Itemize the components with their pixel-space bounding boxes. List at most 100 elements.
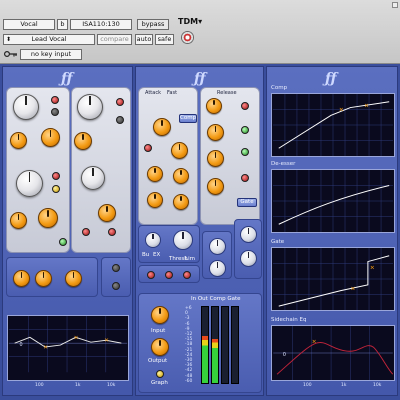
eq-gain-knob[interactable] xyxy=(98,204,116,222)
gate-led[interactable] xyxy=(241,174,249,182)
io-section: In Out Comp Gate Input Output Graph +6 0-… xyxy=(138,293,262,393)
chevron-down-icon: ▾ xyxy=(198,17,203,26)
tdm-menu[interactable]: TDM▾ xyxy=(178,17,202,26)
preset-name: Lead Vocal xyxy=(31,35,67,43)
svg-text:✕: ✕ xyxy=(339,107,344,113)
eq-freq-knob[interactable] xyxy=(77,94,103,120)
sidechain-graph-title: Sidechain Eq xyxy=(271,317,307,323)
sidechain-leds xyxy=(138,265,200,283)
svg-text:✕: ✕ xyxy=(370,265,375,271)
gate-knob[interactable] xyxy=(240,226,257,243)
comp-section: Attack Fast Comp xyxy=(138,87,198,225)
eq-axis-label: 1k xyxy=(75,383,81,388)
graph-label: Graph xyxy=(151,380,168,386)
eq-band-marker: ✕ xyxy=(74,335,79,341)
filter-knob[interactable] xyxy=(13,270,30,287)
deesser-graph xyxy=(271,169,395,233)
dynamics-panel: ƒƒ Attack Fast Comp Release Gate Bu EX T… xyxy=(135,66,264,396)
gate-led[interactable] xyxy=(241,148,249,156)
eq-band-marker: ✕ xyxy=(104,338,109,344)
plugin-window: Vocal b ISA110:130 bypass TDM▾ ⬍ Lead Vo… xyxy=(0,0,400,400)
meter-fill xyxy=(212,338,218,383)
output-meter xyxy=(211,306,219,384)
gate-knob[interactable] xyxy=(209,238,226,255)
gate-section: Release Gate xyxy=(200,87,260,225)
eq-led[interactable] xyxy=(51,96,59,104)
limiter-knob[interactable] xyxy=(173,230,193,250)
sidechain-led[interactable] xyxy=(147,271,155,279)
gate-meter xyxy=(231,306,239,384)
gate-range-knob[interactable] xyxy=(207,124,224,141)
meter-fill xyxy=(202,335,208,383)
comp-gain-knob[interactable] xyxy=(147,192,163,208)
gate-knob[interactable] xyxy=(240,250,257,267)
eq-gain-knob[interactable] xyxy=(10,132,27,149)
preset-selector[interactable]: ⬍ Lead Vocal xyxy=(3,34,95,45)
comp-makeup-knob[interactable] xyxy=(173,194,189,210)
comp-threshold-knob[interactable] xyxy=(153,118,171,136)
input-meter xyxy=(201,306,209,384)
eq-section-right xyxy=(71,87,131,253)
filter-led[interactable] xyxy=(112,264,120,272)
gate-led[interactable] xyxy=(241,126,249,134)
track-selector[interactable]: Vocal xyxy=(3,19,55,30)
gate-threshold-knob[interactable] xyxy=(206,98,222,114)
filter-knob[interactable] xyxy=(35,270,52,287)
preset-menu-icon: ⬍ xyxy=(6,36,12,43)
comp-button[interactable]: Comp xyxy=(179,114,197,123)
eq-led[interactable] xyxy=(116,116,124,124)
svg-text:✕: ✕ xyxy=(364,104,369,110)
output-knob[interactable] xyxy=(151,338,169,356)
eq-curve-graph: ✕ ✕ ✕ 0 xyxy=(7,315,129,381)
input-knob[interactable] xyxy=(151,306,169,324)
sc-axis-label: 100 xyxy=(303,383,312,388)
safe-button[interactable]: safe xyxy=(155,34,174,45)
key-input-selector[interactable]: no key input xyxy=(20,49,82,60)
eq-led[interactable] xyxy=(52,185,60,193)
eq-led[interactable] xyxy=(52,172,60,180)
auto-button[interactable]: auto xyxy=(135,34,153,45)
eq-led[interactable] xyxy=(51,108,59,116)
compare-button[interactable]: compare xyxy=(97,34,132,45)
sc-axis-label: 10k xyxy=(373,383,382,388)
gate-graph: ✕✕ xyxy=(271,247,395,311)
eq-q-knob[interactable] xyxy=(38,208,58,228)
limiter-knob[interactable] xyxy=(145,232,161,248)
eq-freq-knob[interactable] xyxy=(81,166,105,190)
window-corner-button[interactable] xyxy=(392,2,398,8)
comp-led[interactable] xyxy=(144,144,152,152)
brand-logo: ƒƒ xyxy=(61,71,73,87)
filter-knob[interactable] xyxy=(65,270,82,287)
eq-gain-knob[interactable] xyxy=(10,212,27,229)
gate-knob[interactable] xyxy=(209,260,226,277)
sidechain-led[interactable] xyxy=(183,271,191,279)
gate-led[interactable] xyxy=(241,102,249,110)
lim-label: Lim xyxy=(185,256,195,262)
eq-q-knob[interactable] xyxy=(41,128,60,147)
comp-ratio-knob[interactable] xyxy=(171,142,188,159)
gate-release-knob[interactable] xyxy=(207,178,224,195)
gate-knobs-b xyxy=(234,219,262,279)
eq-freq-knob[interactable] xyxy=(16,170,43,197)
limiter-section: Bu EX Thresh Lim xyxy=(138,225,200,263)
bypass-button[interactable]: bypass xyxy=(137,19,169,30)
eq-led[interactable] xyxy=(59,238,67,246)
eq-led[interactable] xyxy=(82,228,90,236)
eq-led[interactable] xyxy=(108,228,116,236)
output-label: Output xyxy=(148,358,168,364)
eq-gain-knob[interactable] xyxy=(74,132,92,150)
graph-led[interactable] xyxy=(156,370,164,378)
gate-attack-knob[interactable] xyxy=(207,150,224,167)
deesser-graph-title: De-esser xyxy=(271,161,296,167)
eq-led[interactable] xyxy=(116,98,124,106)
comp-release-knob[interactable] xyxy=(173,168,189,184)
track-suffix[interactable]: b xyxy=(57,19,68,30)
comp-graph-title: Comp xyxy=(271,85,288,91)
sidechain-led[interactable] xyxy=(165,271,173,279)
filter-led[interactable] xyxy=(112,282,120,290)
comp-attack-knob[interactable] xyxy=(147,166,163,182)
graphs-panel: ƒƒ Comp ✕ ✕ De-esser Gate ✕ ✕ Sidechain Eq xyxy=(266,66,398,396)
eq-freq-knob[interactable] xyxy=(13,94,39,120)
gate-button[interactable]: Gate xyxy=(237,198,257,207)
insert-selector[interactable]: ISA110:130 xyxy=(70,19,132,30)
